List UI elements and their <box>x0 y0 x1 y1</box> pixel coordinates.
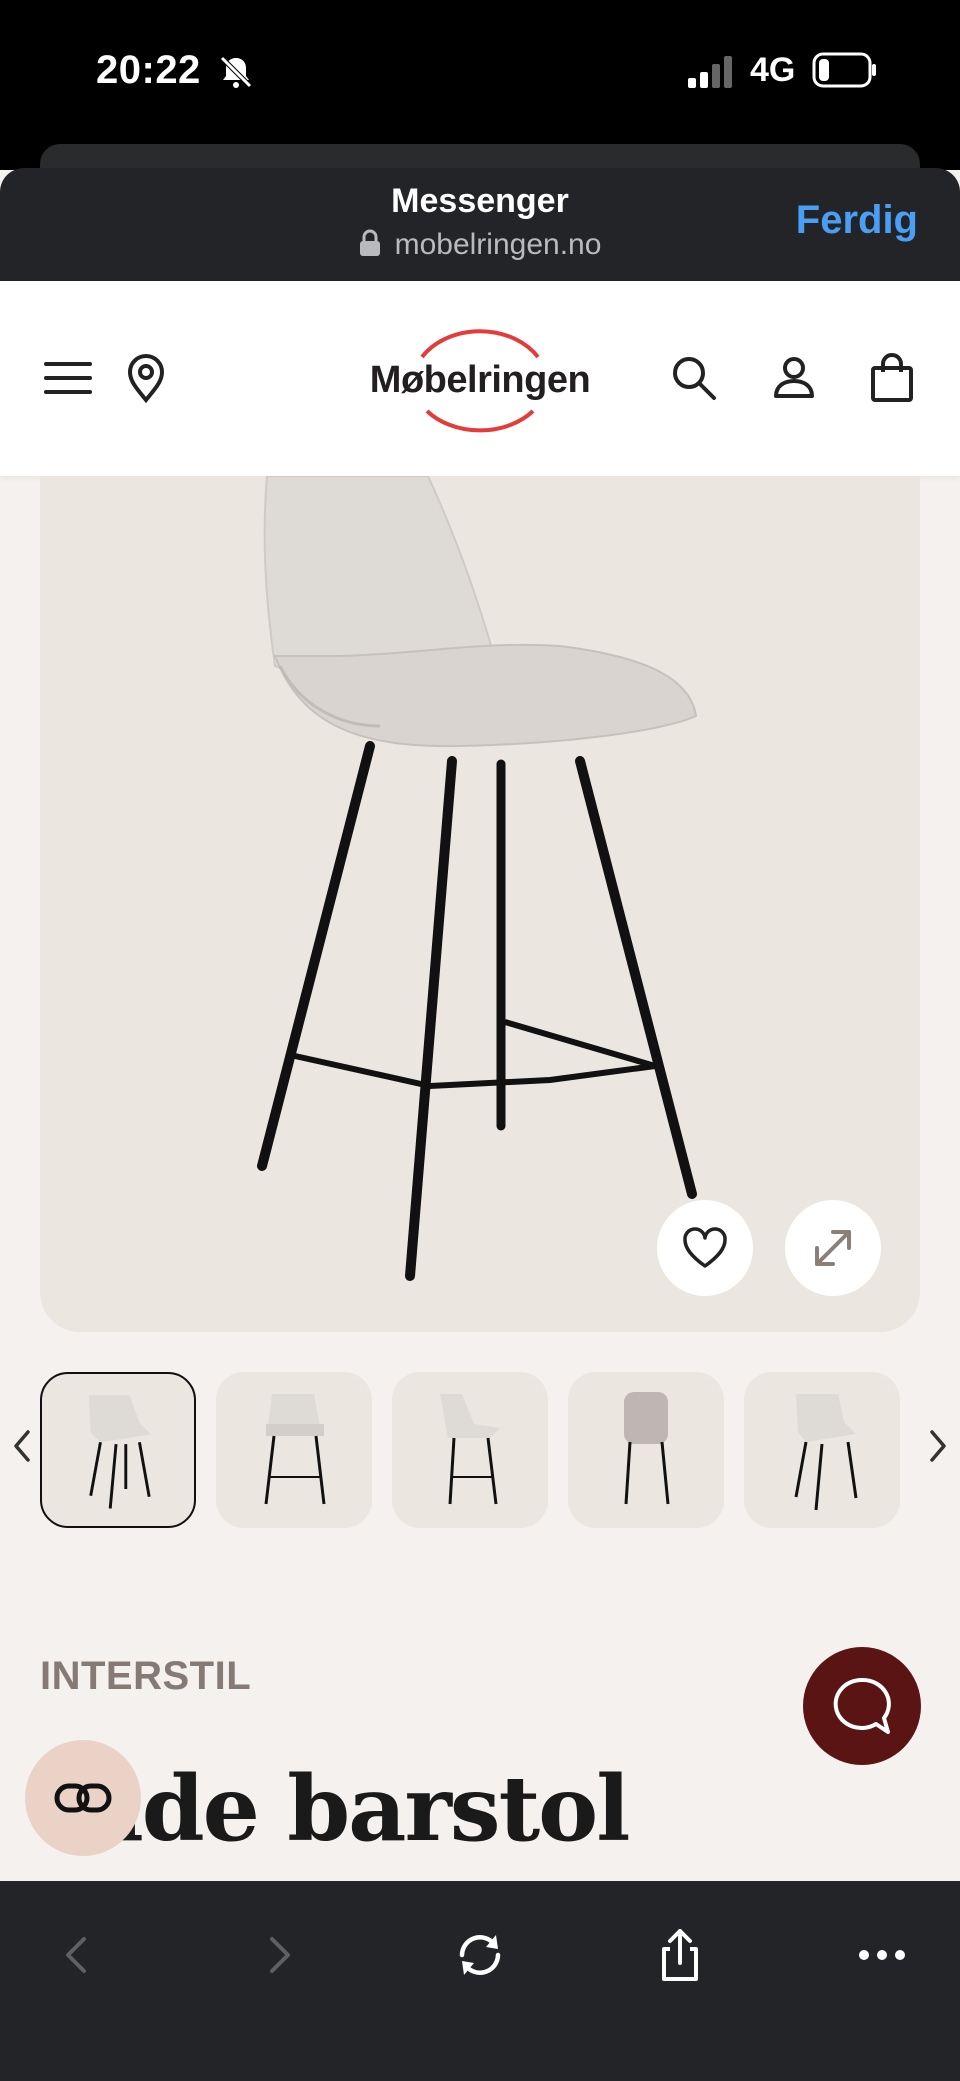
heart-icon <box>683 1227 727 1268</box>
chevron-left-icon[interactable] <box>10 1426 34 1466</box>
shopping-bag-icon[interactable] <box>866 352 918 404</box>
brand-label[interactable]: INTERSTIL <box>40 1654 251 1699</box>
chevron-right-icon <box>270 1937 290 1973</box>
reload-icon <box>459 1935 501 1975</box>
thumbnail-image <box>440 1394 500 1505</box>
thumbnail-3[interactable] <box>392 1372 548 1528</box>
site-header: Møbelringen <box>0 281 960 476</box>
location-pin-icon[interactable] <box>120 352 172 404</box>
favorite-button[interactable] <box>657 1200 753 1296</box>
thumbnail-image <box>264 1394 326 1505</box>
network-label: 4G <box>750 51 796 89</box>
link-icon <box>54 1783 112 1813</box>
chevron-right-icon[interactable] <box>926 1426 950 1466</box>
chat-button[interactable] <box>803 1647 921 1765</box>
thumbnail-image <box>88 1395 152 1509</box>
more-button[interactable] <box>852 1925 912 1985</box>
share-button[interactable] <box>650 1925 710 1985</box>
status-time: 20:22 <box>96 48 201 92</box>
product-image[interactable] <box>40 476 920 1332</box>
expand-button[interactable] <box>785 1200 881 1296</box>
thumbnail-image <box>794 1394 858 1511</box>
expand-icon <box>815 1230 851 1266</box>
thumbnail-2[interactable] <box>216 1372 372 1528</box>
forward-button[interactable] <box>250 1925 310 1985</box>
battery-icon <box>812 52 876 88</box>
reload-button[interactable] <box>450 1925 510 1985</box>
menu-icon[interactable] <box>42 352 94 404</box>
chevron-left-icon <box>66 1937 86 1973</box>
more-icon <box>859 1950 905 1960</box>
chat-bubble-icon <box>833 1677 891 1734</box>
thumbnail-5[interactable] <box>744 1372 900 1528</box>
thumbnail-1[interactable] <box>40 1372 196 1528</box>
lock-icon <box>359 229 380 256</box>
search-icon[interactable] <box>668 352 720 404</box>
user-icon[interactable] <box>768 352 820 404</box>
thumbnail-4[interactable] <box>568 1372 724 1528</box>
share-icon <box>662 1929 698 1981</box>
browser-sheet-header: Messenger mobelringen.no Ferdig <box>0 168 960 281</box>
thumbnail-image <box>624 1392 670 1505</box>
bar-stool-image <box>257 476 698 1281</box>
product-page: INTERSTIL rade barstol <box>0 476 960 1881</box>
bell-muted-icon <box>220 56 252 88</box>
logo-text: Møbelringen <box>369 359 591 401</box>
thumbnail-strip <box>0 1372 960 1532</box>
signal-icon <box>688 56 732 88</box>
site-logo[interactable]: Møbelringen <box>355 319 605 439</box>
assist-button[interactable] <box>25 1740 141 1856</box>
sheet-url-text: mobelringen.no <box>394 228 602 261</box>
done-button[interactable]: Ferdig <box>796 198 918 243</box>
browser-toolbar <box>0 1881 960 2081</box>
back-button[interactable] <box>46 1925 106 1985</box>
